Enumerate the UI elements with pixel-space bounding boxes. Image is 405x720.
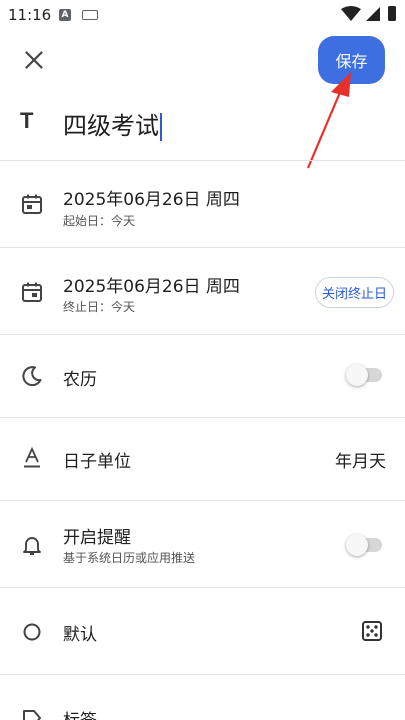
title-row: T 四级考试 (0, 96, 405, 156)
close-button[interactable] (18, 44, 50, 76)
lunar-row[interactable]: 农历 (0, 335, 405, 417)
day-unit-label: 日子单位 (63, 452, 131, 472)
calendar-icon (19, 191, 45, 217)
a-letter-icon: A (59, 9, 71, 21)
default-style-label: 默认 (63, 625, 97, 645)
wifi-icon (341, 6, 361, 21)
day-unit-row[interactable]: 日子单位 年月天 (0, 418, 405, 500)
text-icon: T (20, 108, 34, 133)
reminder-row[interactable]: 开启提醒 基于系统日历或应用推送 (0, 501, 405, 587)
toggle-thumb (346, 534, 368, 556)
day-unit-value[interactable]: 年月天 (335, 447, 386, 472)
dice-icon[interactable] (359, 618, 385, 644)
status-bar: 11:16 A (0, 0, 405, 32)
title-input[interactable]: 四级考试 (63, 106, 162, 141)
save-button[interactable]: 保存 (318, 36, 385, 84)
reminder-label: 开启提醒 (63, 528, 131, 548)
signal-icon (366, 7, 380, 21)
title-value: 四级考试 (63, 112, 159, 140)
status-time: 11:16 (8, 6, 52, 24)
start-date-subtitle: 起始日：今天 (63, 214, 136, 228)
start-date-row[interactable]: 2025年06月26日 周四 起始日：今天 (0, 161, 405, 247)
default-style-row[interactable]: 默认 (0, 588, 405, 674)
bell-icon (19, 532, 45, 558)
reminder-toggle[interactable] (346, 533, 384, 556)
tags-label: 标签 (63, 706, 97, 720)
circle-icon (19, 619, 45, 645)
toggle-thumb (346, 364, 368, 386)
end-date-subtitle: 终止日：今天 (63, 300, 136, 314)
moon-icon (19, 363, 45, 389)
end-date-row[interactable]: 2025年06月26日 周四 终止日：今天 关闭终止日 (0, 248, 405, 334)
start-date-value: 2025年06月26日 周四 (63, 190, 240, 210)
lunar-label: 农历 (63, 370, 97, 390)
top-bar: 保存 (0, 32, 405, 88)
close-icon (25, 51, 43, 69)
battery-icon (388, 6, 396, 21)
end-date-value: 2025年06月26日 周四 (63, 277, 240, 297)
calendar-icon (19, 279, 45, 305)
tags-row[interactable]: 标签 (0, 675, 405, 720)
keyboard-icon (82, 10, 98, 20)
reminder-subtitle: 基于系统日历或应用推送 (63, 551, 196, 565)
text-cursor (160, 113, 162, 141)
close-end-date-button[interactable]: 关闭终止日 (315, 277, 394, 308)
lunar-toggle[interactable] (346, 363, 384, 386)
tag-icon (19, 705, 45, 720)
font-icon (19, 445, 45, 471)
